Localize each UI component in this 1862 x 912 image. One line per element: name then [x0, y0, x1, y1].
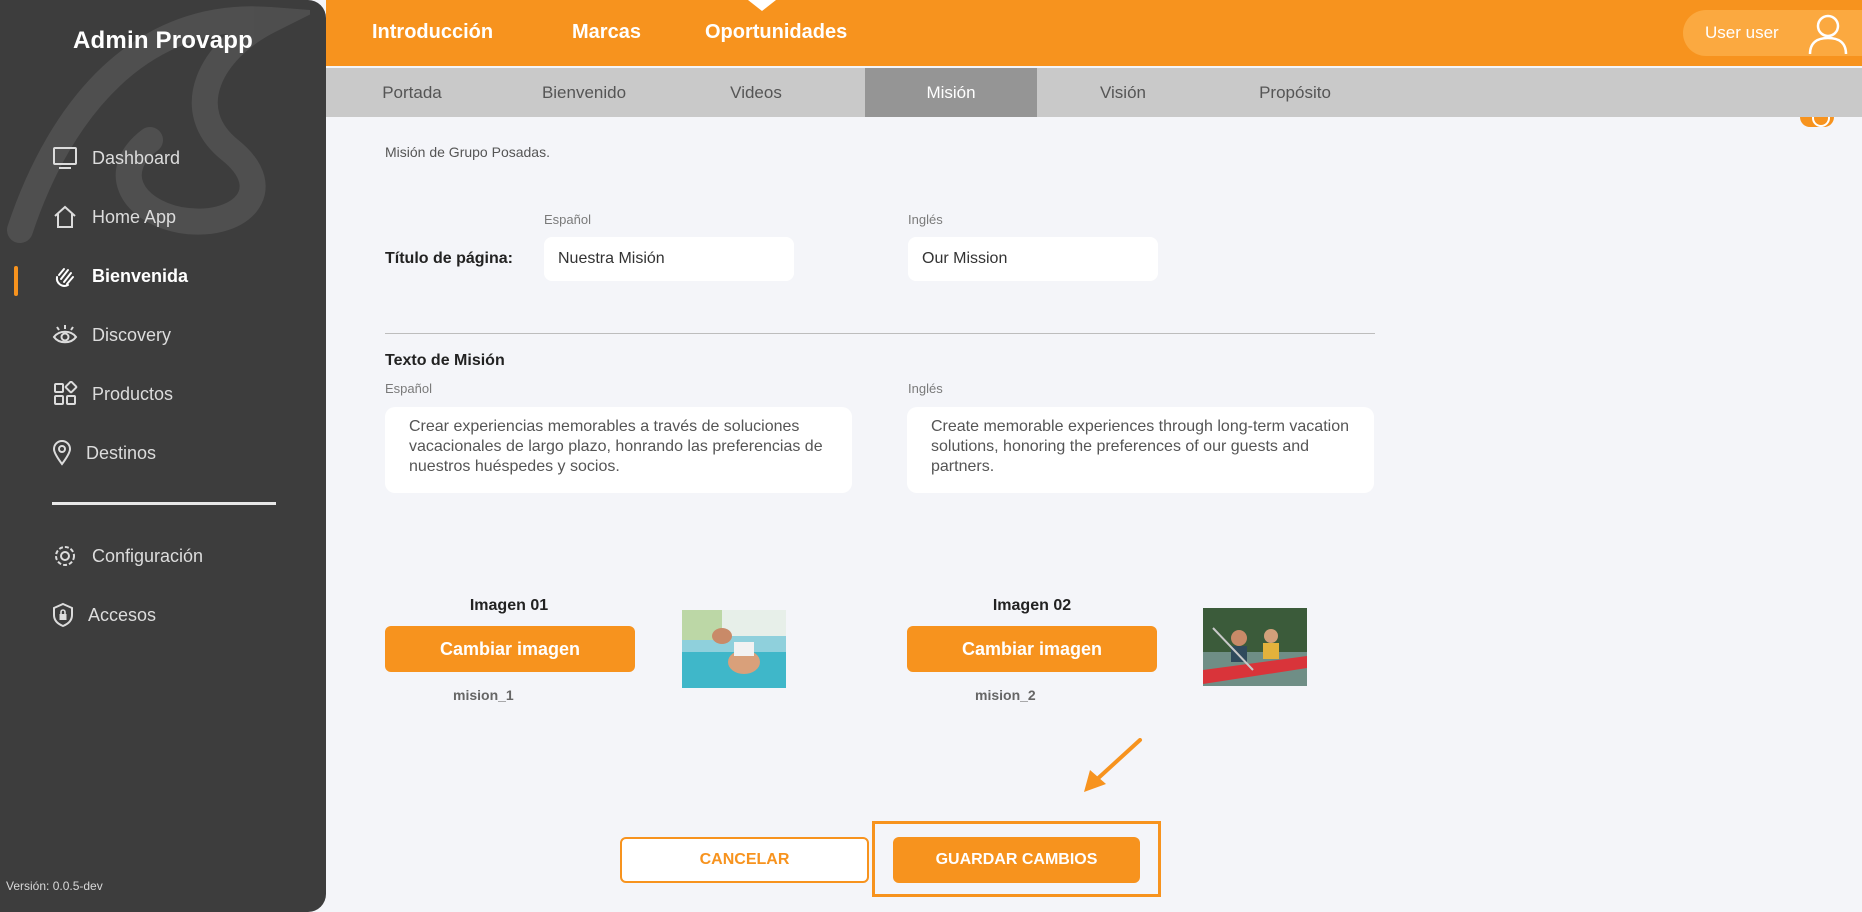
- sidebar-item-label: Accesos: [88, 604, 157, 625]
- cancel-button[interactable]: CANCELAR: [620, 837, 869, 883]
- sidebar-item-bienvenida[interactable]: Bienvenida: [52, 260, 188, 292]
- active-indicator: [14, 266, 18, 296]
- page-description: Misión de Grupo Posadas.: [385, 144, 550, 160]
- sidebar-item-productos[interactable]: Productos: [52, 378, 173, 410]
- visibility-toggle[interactable]: [1800, 117, 1834, 127]
- lang-label-es: Español: [544, 212, 591, 227]
- image-01-thumbnail: [682, 610, 786, 688]
- top-header: Introducción Marcas Oportunidades User u…: [326, 0, 1862, 66]
- mission-textarea-en[interactable]: Create memorable experiences through lon…: [907, 407, 1374, 493]
- sidebar-item-label: Destinos: [86, 442, 157, 463]
- subtab-vision[interactable]: Visión: [1037, 68, 1209, 117]
- user-menu[interactable]: User user: [1683, 10, 1862, 56]
- active-tab-caret: [748, 0, 776, 11]
- image-02-filename: mision_2: [975, 687, 1036, 703]
- image-02-thumbnail: [1203, 608, 1307, 686]
- lang-label-en: Inglés: [908, 381, 943, 396]
- sidebar-item-home-app[interactable]: Home App: [52, 201, 176, 233]
- image-02-title: Imagen 02: [992, 597, 1072, 614]
- title-field-label: Título de página:: [385, 250, 513, 267]
- lang-label-es: Español: [385, 381, 432, 396]
- version-label: Versión: 0.0.5-dev: [6, 879, 103, 893]
- subtab-portada[interactable]: Portada: [326, 68, 498, 117]
- user-name: User user: [1705, 23, 1779, 42]
- change-image-02-button[interactable]: Cambiar imagen: [907, 626, 1157, 672]
- title-input-es[interactable]: [544, 237, 794, 281]
- image-01-filename: mision_1: [453, 687, 514, 703]
- sidebar-item-label: Home App: [92, 206, 177, 227]
- sidebar-item-label: Bienvenida: [92, 265, 189, 286]
- lang-label-en: Inglés: [908, 212, 943, 227]
- change-image-01-button[interactable]: Cambiar imagen: [385, 626, 635, 672]
- sidebar-item-configuracion[interactable]: Configuración: [52, 540, 203, 572]
- sidebar-item-dashboard[interactable]: Dashboard: [52, 142, 180, 174]
- annotation-arrow-icon: [1084, 738, 1142, 792]
- sidebar-item-label: Configuración: [92, 545, 204, 566]
- mission-text-section-title: Texto de Misión: [385, 352, 505, 369]
- sidebar-item-label: Dashboard: [92, 147, 181, 168]
- title-input-en[interactable]: [908, 237, 1158, 281]
- sidebar-item-discovery[interactable]: Discovery: [52, 319, 171, 351]
- tab-marcas[interactable]: Marcas: [572, 21, 641, 44]
- sidebar-divider: [52, 502, 276, 505]
- shield-lock-icon: [52, 602, 74, 628]
- section-divider: [385, 333, 1375, 334]
- subtab-mision[interactable]: Misión: [865, 68, 1037, 117]
- sidebar-item-destinos[interactable]: Destinos: [52, 437, 156, 469]
- grid-icon: [52, 381, 78, 407]
- sidebar: Admin Provapp Dashboard Home App Bienven…: [0, 0, 326, 912]
- app-brand: Admin Provapp: [73, 27, 253, 54]
- sidebar-item-accesos[interactable]: Accesos: [52, 599, 156, 631]
- sidebar-item-label: Productos: [92, 383, 174, 404]
- location-pin-icon: [52, 440, 72, 466]
- subtab-videos[interactable]: Videos: [670, 68, 842, 117]
- tab-introduccion[interactable]: Introducción: [372, 21, 493, 44]
- eye-icon: [52, 322, 78, 348]
- tab-oportunidades[interactable]: Oportunidades: [705, 21, 847, 44]
- waving-hand-icon: [52, 263, 78, 289]
- save-changes-button[interactable]: GUARDAR CAMBIOS: [893, 837, 1140, 883]
- user-avatar-icon: [1808, 14, 1848, 55]
- subtab-bar: Portada Bienvenido Videos Misión Visión …: [326, 68, 1862, 117]
- monitor-icon: [52, 145, 78, 171]
- subtab-bienvenido[interactable]: Bienvenido: [498, 68, 670, 117]
- home-icon: [52, 204, 78, 230]
- mission-textarea-es[interactable]: Crear experiencias memorables a través d…: [385, 407, 852, 493]
- subtab-proposito[interactable]: Propósito: [1209, 68, 1381, 117]
- image-01-title: Imagen 01: [469, 597, 549, 614]
- gear-icon: [52, 543, 78, 569]
- sidebar-item-label: Discovery: [92, 324, 172, 345]
